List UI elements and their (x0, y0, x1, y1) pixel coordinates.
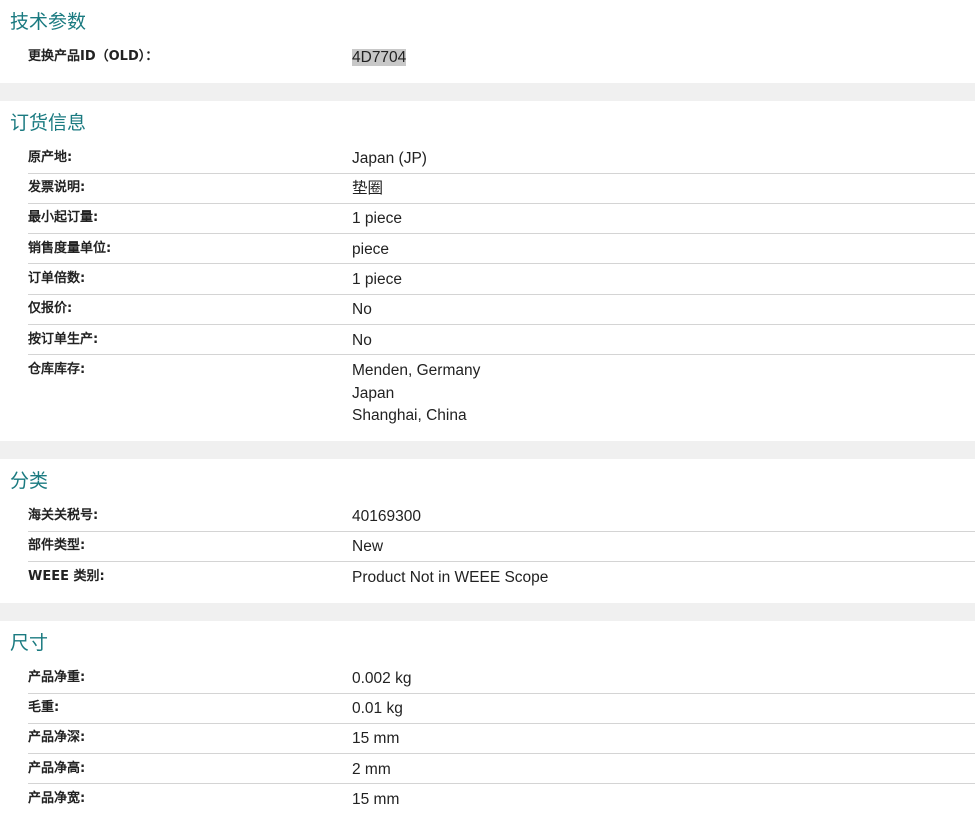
row-make-to-order: 按订单生产: No (28, 331, 975, 355)
section-divider (0, 83, 975, 101)
label-replacement-id: 更换产品ID（OLD）： (28, 49, 159, 64)
label-warehouse-stock: 仓库库存: (28, 362, 86, 377)
label-origin: 原产地: (28, 150, 73, 165)
section-order-info: 订货信息 原产地: Japan (JP) 发票说明: 垫圈 最小起订量: 1 p… (0, 101, 975, 441)
value-net-width: 15 mm (352, 791, 400, 808)
value-customs-tariff: 40169300 (352, 508, 421, 525)
warehouse-menden: Menden, Germany (352, 362, 481, 379)
section-title-order-info: 订货信息 (10, 112, 87, 134)
label-gross-weight: 毛重: (28, 700, 60, 715)
value-replacement-id[interactable]: 4D7704 (352, 47, 407, 70)
value-net-depth: 15 mm (352, 730, 400, 747)
label-net-height: 产品净高: (28, 761, 86, 776)
label-net-depth: 产品净深: (28, 730, 86, 745)
value-invoice-desc: 垫圈 (352, 180, 384, 197)
row-net-width: 产品净宽: 15 mm (28, 790, 975, 814)
label-weee-category: WEEE 类别: (28, 569, 105, 584)
value-min-order: 1 piece (352, 210, 402, 227)
value-quote-only: No (352, 301, 372, 318)
value-sales-uom: piece (352, 241, 390, 258)
row-net-weight: 产品净重: 0.002 kg (28, 669, 975, 694)
label-quote-only: 仅报价: (28, 301, 73, 316)
section-title-tech-params: 技术参数 (10, 11, 87, 33)
row-quote-only: 仅报价: No (28, 300, 975, 325)
warehouse-shanghai: Shanghai, China (352, 407, 467, 424)
row-customs-tariff: 海关关税号: 40169300 (28, 507, 975, 532)
label-net-width: 产品净宽: (28, 791, 86, 806)
value-origin: Japan (JP) (352, 150, 427, 167)
row-part-type: 部件类型: New (28, 537, 975, 562)
value-replacement-id-text[interactable]: 4D7704 (352, 49, 407, 66)
value-warehouse-stock: Menden, Germany Japan Shanghai, China (352, 360, 480, 428)
value-net-weight: 0.002 kg (352, 670, 412, 687)
label-sales-uom: 销售度量单位: (28, 241, 112, 256)
row-origin: 原产地: Japan (JP) (28, 149, 975, 174)
label-make-to-order: 按订单生产: (28, 332, 99, 347)
row-invoice-desc: 发票说明: 垫圈 (28, 179, 975, 204)
label-min-order: 最小起订量: (28, 210, 99, 225)
value-make-to-order: No (352, 332, 372, 349)
row-gross-weight: 毛重: 0.01 kg (28, 699, 975, 724)
value-gross-weight: 0.01 kg (352, 700, 403, 717)
row-warehouse-stock: 仓库库存: Menden, Germany Japan Shanghai, Ch… (28, 361, 975, 431)
section-tech-params: 技术参数 更换产品ID（OLD）： 4D7704 (0, 0, 975, 83)
row-weee-category: WEEE 类别: Product Not in WEEE Scope (28, 568, 975, 592)
value-net-height: 2 mm (352, 761, 391, 778)
label-net-weight: 产品净重: (28, 670, 86, 685)
section-title-classification: 分类 (10, 470, 49, 492)
row-sales-uom: 销售度量单位: piece (28, 240, 975, 264)
section-title-dimensions: 尺寸 (10, 632, 49, 654)
section-dimensions: 尺寸 产品净重: 0.002 kg 毛重: 0.01 kg 产品净深: 15 m… (0, 621, 975, 815)
section-divider (0, 441, 975, 459)
row-replacement-id: 更换产品ID（OLD）： 4D7704 (28, 48, 975, 72)
section-divider (0, 603, 975, 621)
row-net-height: 产品净高: 2 mm (28, 760, 975, 784)
row-order-multiple: 订单倍数: 1 piece (28, 270, 975, 295)
label-invoice-desc: 发票说明: (28, 180, 86, 195)
section-classification: 分类 海关关税号: 40169300 部件类型: New WEEE 类别: Pr… (0, 459, 975, 603)
label-part-type: 部件类型: (28, 538, 86, 553)
value-order-multiple: 1 piece (352, 271, 402, 288)
row-min-order: 最小起订量: 1 piece (28, 209, 975, 234)
warehouse-japan: Japan (352, 384, 395, 402)
row-net-depth: 产品净深: 15 mm (28, 729, 975, 754)
value-weee-category: Product Not in WEEE Scope (352, 569, 549, 586)
value-part-type: New (352, 538, 384, 555)
label-customs-tariff: 海关关税号: (28, 508, 99, 523)
label-order-multiple: 订单倍数: (28, 271, 86, 286)
